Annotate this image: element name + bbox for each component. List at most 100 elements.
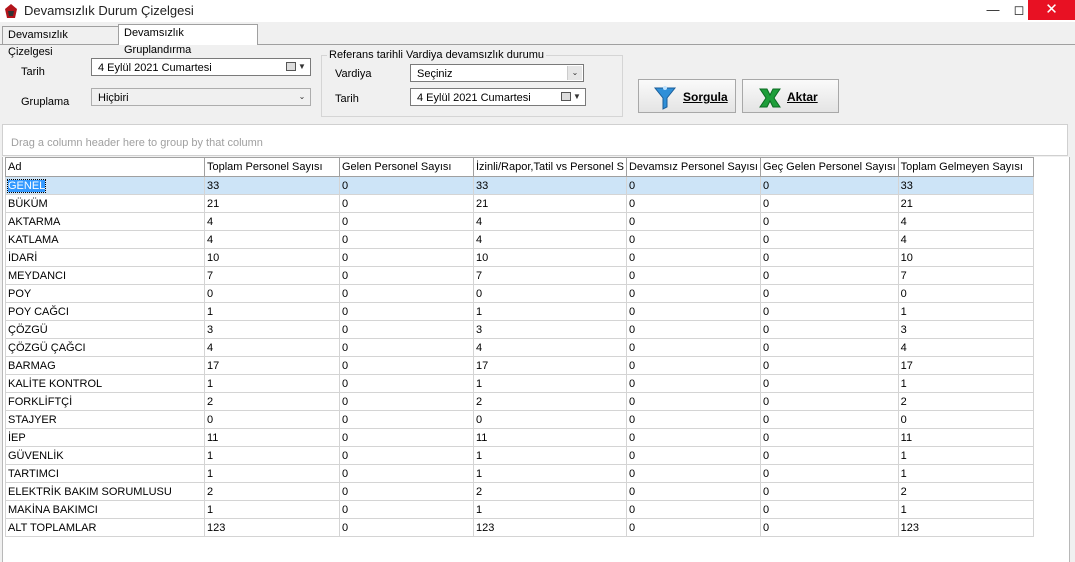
table-cell[interactable]: 0 bbox=[625, 464, 761, 483]
table-cell[interactable]: 0 bbox=[339, 464, 474, 483]
table-cell[interactable]: 1 bbox=[204, 302, 340, 321]
table-cell[interactable]: 1 bbox=[204, 464, 340, 483]
table-cell[interactable]: 0 bbox=[339, 500, 474, 519]
table-cell[interactable]: 2 bbox=[204, 482, 340, 501]
table-cell[interactable]: 4 bbox=[473, 212, 627, 231]
table-cell[interactable]: İDARİ bbox=[5, 248, 205, 267]
table-cell[interactable]: 0 bbox=[625, 248, 761, 267]
table-cell[interactable]: 1 bbox=[897, 302, 1034, 321]
column-header[interactable]: İzinli/Rapor,Tatil vs Personel S bbox=[473, 157, 627, 177]
table-cell[interactable]: 0 bbox=[339, 338, 474, 357]
close-button[interactable]: ✕ bbox=[1028, 0, 1075, 20]
table-cell[interactable]: 17 bbox=[473, 356, 627, 375]
table-cell[interactable]: 7 bbox=[204, 266, 340, 285]
table-cell[interactable]: ÇÖZGÜ ÇAĞCI bbox=[5, 338, 205, 357]
table-cell[interactable]: 0 bbox=[897, 410, 1034, 429]
table-cell[interactable]: 3 bbox=[473, 320, 627, 339]
table-cell[interactable]: 0 bbox=[759, 464, 899, 483]
table-cell[interactable]: BÜKÜM bbox=[5, 194, 205, 213]
table-cell[interactable]: 0 bbox=[625, 392, 761, 411]
table-cell[interactable]: 1 bbox=[473, 302, 627, 321]
table-cell[interactable]: 0 bbox=[625, 176, 761, 195]
table-cell[interactable]: İEP bbox=[5, 428, 205, 447]
column-header[interactable]: Gelen Personel Sayısı bbox=[339, 157, 474, 177]
table-cell[interactable]: 2 bbox=[473, 392, 627, 411]
table-cell[interactable]: 0 bbox=[759, 392, 899, 411]
table-cell[interactable]: 0 bbox=[339, 320, 474, 339]
table-cell[interactable]: 0 bbox=[759, 302, 899, 321]
gruplama-select[interactable]: Hiçbiri ⌄ bbox=[91, 88, 311, 106]
table-cell[interactable]: 7 bbox=[473, 266, 627, 285]
column-header[interactable]: Toplam Personel Sayısı bbox=[204, 157, 340, 177]
table-cell[interactable]: 0 bbox=[759, 518, 899, 537]
table-row[interactable]: İEP 11 0 11 0 0 11 bbox=[5, 428, 1034, 447]
table-cell[interactable]: 0 bbox=[473, 410, 627, 429]
table-cell[interactable]: 1 bbox=[204, 500, 340, 519]
table-cell[interactable]: POY CAĞCI bbox=[5, 302, 205, 321]
column-header[interactable]: Toplam Gelmeyen Sayısı bbox=[897, 157, 1034, 177]
table-cell[interactable]: 0 bbox=[204, 410, 340, 429]
table-cell[interactable]: KALİTE KONTROL bbox=[5, 374, 205, 393]
table-cell[interactable]: 0 bbox=[625, 302, 761, 321]
table-row[interactable]: KALİTE KONTROL 1 0 1 0 0 1 bbox=[5, 374, 1034, 393]
table-row[interactable]: BÜKÜM 21 0 21 0 0 21 bbox=[5, 194, 1034, 213]
table-cell[interactable]: 33 bbox=[204, 176, 340, 195]
table-cell[interactable]: 2 bbox=[204, 392, 340, 411]
table-cell[interactable]: KATLAMA bbox=[5, 230, 205, 249]
table-cell[interactable]: 2 bbox=[897, 392, 1034, 411]
table-cell[interactable]: 123 bbox=[204, 518, 340, 537]
table-cell[interactable]: 0 bbox=[759, 284, 899, 303]
table-row[interactable]: GENEL 33 0 33 0 0 33 bbox=[5, 176, 1034, 195]
table-cell[interactable]: 0 bbox=[625, 500, 761, 519]
table-cell[interactable]: 11 bbox=[897, 428, 1034, 447]
chevron-down-icon[interactable]: ⌄ bbox=[295, 90, 309, 104]
table-cell[interactable]: 0 bbox=[625, 518, 761, 537]
table-cell[interactable]: 4 bbox=[897, 230, 1034, 249]
table-cell[interactable]: 0 bbox=[759, 266, 899, 285]
table-cell[interactable]: STAJYER bbox=[5, 410, 205, 429]
aktar-button[interactable]: Aktar bbox=[742, 79, 839, 113]
table-row[interactable]: MEYDANCI 7 0 7 0 0 7 bbox=[5, 266, 1034, 285]
table-row[interactable]: MAKİNA BAKIMCI 1 0 1 0 0 1 bbox=[5, 500, 1034, 519]
table-cell[interactable]: 21 bbox=[204, 194, 340, 213]
table-cell[interactable]: 0 bbox=[625, 374, 761, 393]
table-cell[interactable]: 0 bbox=[625, 230, 761, 249]
table-cell[interactable]: ELEKTRİK BAKIM SORUMLUSU bbox=[5, 482, 205, 501]
table-cell[interactable]: 0 bbox=[759, 212, 899, 231]
table-cell[interactable]: 10 bbox=[204, 248, 340, 267]
table-row[interactable]: FORKLİFTÇİ 2 0 2 0 0 2 bbox=[5, 392, 1034, 411]
table-cell[interactable]: 21 bbox=[897, 194, 1034, 213]
vardiya-select[interactable]: Seçiniz ⌄ bbox=[410, 64, 584, 82]
table-cell[interactable]: 0 bbox=[759, 482, 899, 501]
table-cell[interactable]: 0 bbox=[625, 482, 761, 501]
column-header[interactable]: Devamsız Personel Sayısı bbox=[625, 157, 761, 177]
table-cell[interactable]: 1 bbox=[897, 374, 1034, 393]
table-cell[interactable]: 0 bbox=[625, 338, 761, 357]
table-cell[interactable]: 11 bbox=[473, 428, 627, 447]
table-cell[interactable]: 0 bbox=[625, 284, 761, 303]
table-cell[interactable]: GÜVENLİK bbox=[5, 446, 205, 465]
table-cell[interactable]: 0 bbox=[339, 248, 474, 267]
table-cell[interactable]: 4 bbox=[473, 338, 627, 357]
table-cell[interactable]: 0 bbox=[759, 374, 899, 393]
table-cell[interactable]: 0 bbox=[339, 266, 474, 285]
table-cell[interactable]: TARTIMCI bbox=[5, 464, 205, 483]
table-cell[interactable]: 0 bbox=[759, 446, 899, 465]
table-cell[interactable]: 1 bbox=[204, 446, 340, 465]
table-cell[interactable]: ÇÖZGÜ bbox=[5, 320, 205, 339]
table-row[interactable]: POY CAĞCI 1 0 1 0 0 1 bbox=[5, 302, 1034, 321]
table-cell[interactable]: 0 bbox=[339, 284, 474, 303]
table-cell[interactable]: 0 bbox=[339, 392, 474, 411]
table-cell[interactable]: 11 bbox=[204, 428, 340, 447]
table-cell[interactable]: 4 bbox=[204, 338, 340, 357]
table-row[interactable]: AKTARMA 4 0 4 0 0 4 bbox=[5, 212, 1034, 231]
table-cell[interactable]: BARMAG bbox=[5, 356, 205, 375]
table-cell[interactable]: 0 bbox=[759, 428, 899, 447]
table-cell[interactable]: 0 bbox=[759, 338, 899, 357]
table-cell[interactable]: 0 bbox=[339, 302, 474, 321]
table-cell[interactable]: 0 bbox=[625, 410, 761, 429]
tab-devamsizlik-gruplandirma[interactable]: Devamsızlık Gruplandırma bbox=[118, 24, 258, 56]
table-cell[interactable]: 4 bbox=[897, 338, 1034, 357]
table-row[interactable]: ÇÖZGÜ ÇAĞCI 4 0 4 0 0 4 bbox=[5, 338, 1034, 357]
table-cell[interactable]: 0 bbox=[759, 500, 899, 519]
